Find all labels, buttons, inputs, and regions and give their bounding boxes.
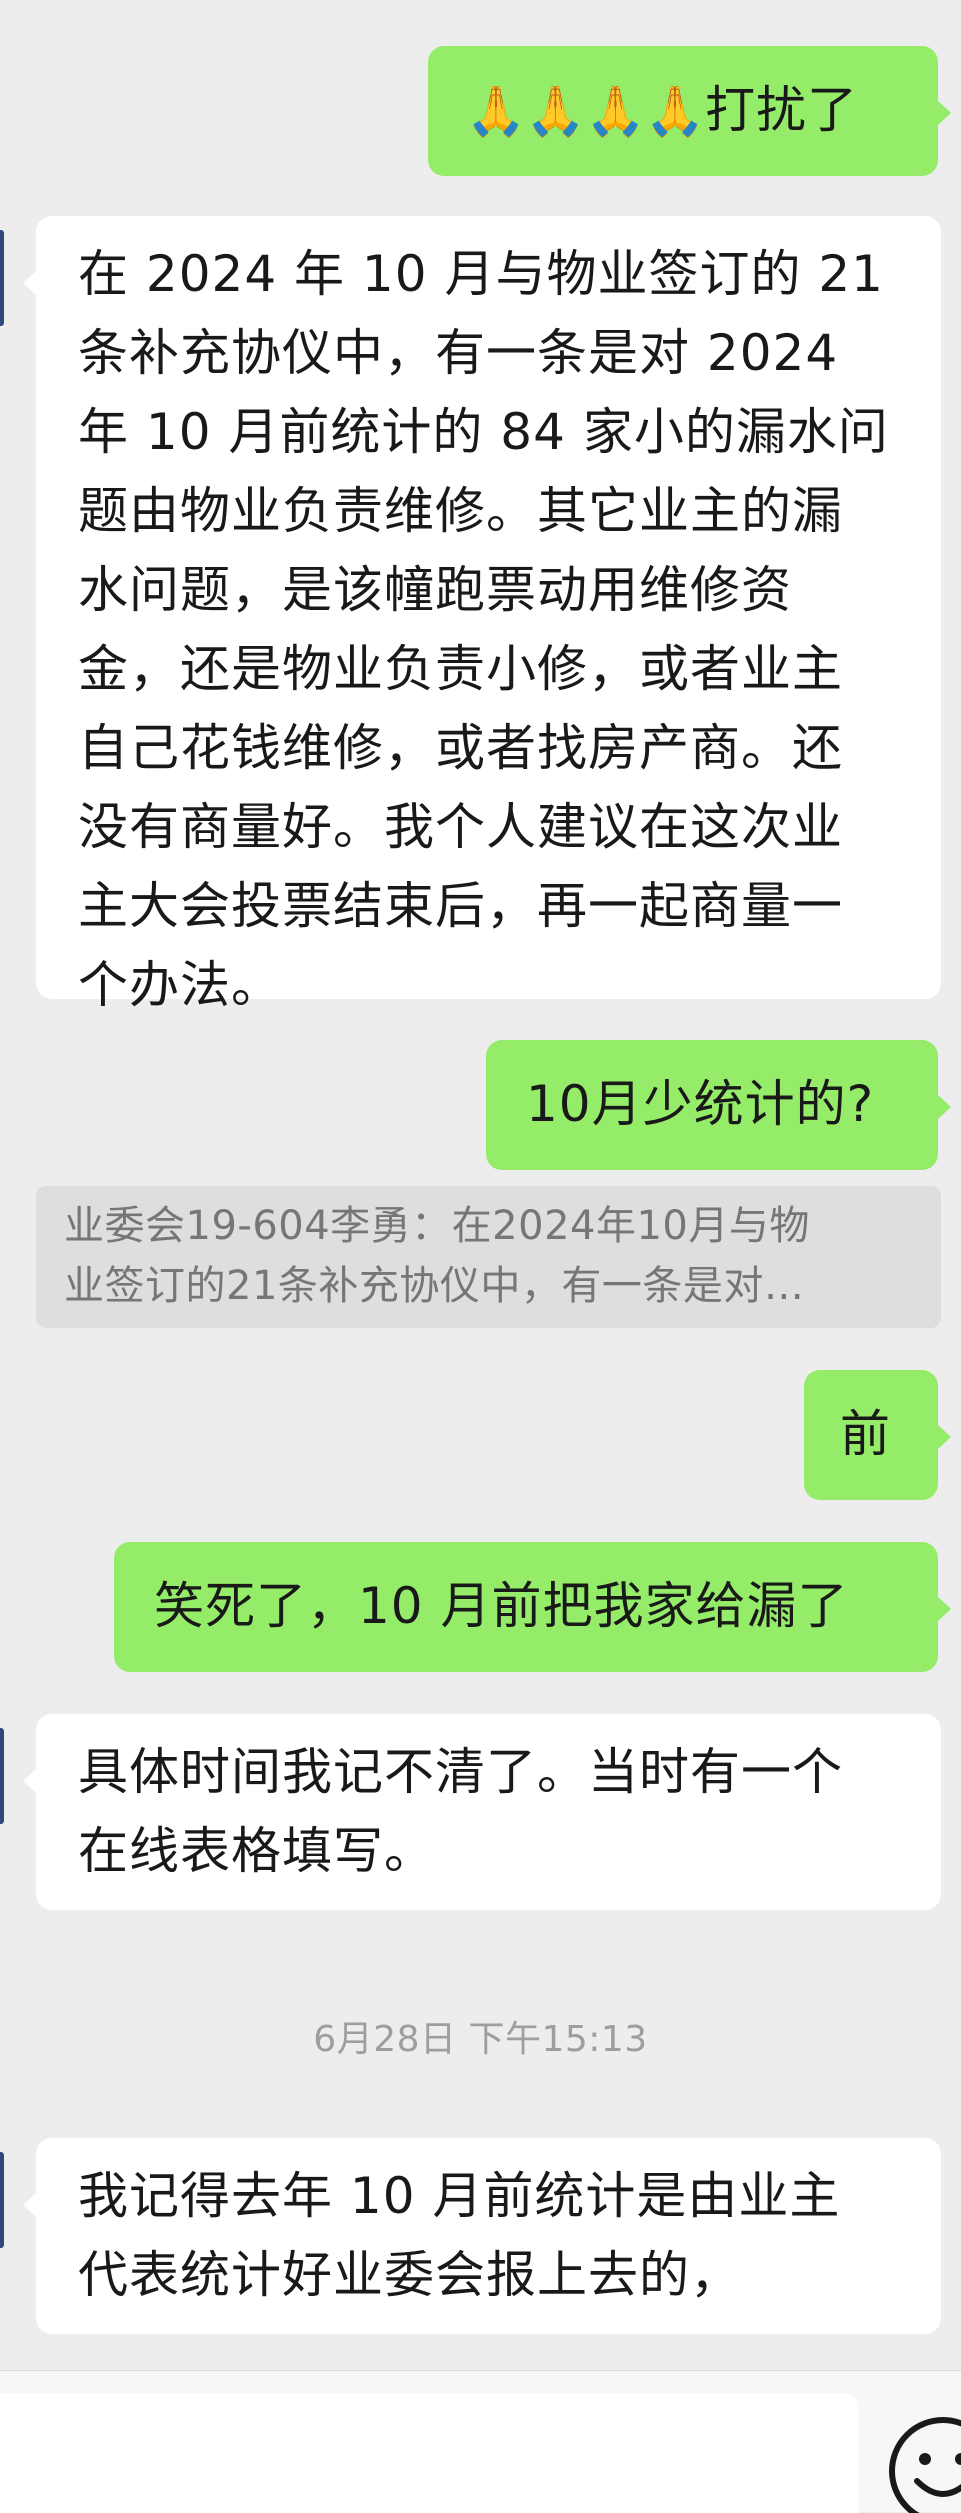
message-text: 10月少统计的?	[526, 1075, 875, 1133]
incoming-message-bubble[interactable]: 具体时间我记不清了。当时有一个 在线表格填写。	[23, 1714, 941, 1910]
message-line: 水问题，是该幢跑票动用维修资	[78, 561, 792, 619]
incoming-message-bubble[interactable]: 我记得去年 10 月前统计是由业主 代表统计好业委会报上去的，	[23, 2138, 941, 2334]
outgoing-message-bubble[interactable]: 10月少统计的?	[486, 1040, 951, 1170]
message-line: 代表统计好业委会报上去的，	[78, 2246, 741, 2304]
chat-timestamp: 6月28日 下午15:13	[313, 2019, 648, 2060]
message-text: 前	[840, 1405, 891, 1463]
outgoing-message-bubble[interactable]: 🙏🙏🙏🙏打扰了	[428, 46, 951, 176]
avatar[interactable]	[0, 2152, 4, 2248]
message-input[interactable]	[0, 2393, 858, 2513]
message-line: 在 2024 年 10 月与物业签订的 21	[78, 245, 884, 303]
message-line: 没有商量好。我个人建议在这次业	[78, 798, 843, 856]
quoted-message-line: 业委会19-604李勇：在2024年10月与物	[64, 1203, 810, 1249]
chat-message-list[interactable]: 🙏🙏🙏🙏打扰了 在 2024 年 10 月与物业签订的 21 条补充协仪中，有一…	[0, 0, 961, 2370]
folded-hands-icon: 🙏	[466, 83, 526, 139]
message-line: 具体时间我记不清了。当时有一个	[78, 1743, 843, 1801]
quoted-message-line: 业签订的21条补充协仪中，有一条是对…	[64, 1263, 805, 1309]
message-line: 自己花钱维修，或者找房产商。还	[78, 719, 843, 777]
emoji-face-icon	[889, 2417, 961, 2513]
message-line: 主大会投票结束后，再一起商量一	[78, 877, 843, 935]
message-line: 金，还是物业负责小修，或者业主	[78, 640, 843, 698]
message-line: 题由物业负责维修。其它业主的漏	[78, 482, 843, 540]
folded-hands-icon: 🙏	[525, 83, 586, 139]
folded-hands-icon: 🙏	[645, 83, 706, 139]
message-input-bar	[0, 2370, 961, 2513]
message-line: 在线表格填写。	[78, 1822, 435, 1880]
emoji-button[interactable]	[887, 2415, 961, 2513]
quoted-message[interactable]: 业委会19-604李勇：在2024年10月与物 业签订的21条补充协仪中，有一条…	[36, 1186, 941, 1328]
avatar[interactable]	[0, 230, 4, 326]
message-line: 年 10 月前统计的 84 家小的漏水问	[78, 403, 889, 461]
message-text: 笑死了，10 月前把我家给漏了	[154, 1577, 849, 1635]
message-line: 条补充协仪中，有一条是对 2024	[78, 324, 839, 382]
message-line: 我记得去年 10 月前统计是由业主	[78, 2167, 841, 2225]
message-line: 个办法。	[78, 956, 282, 1014]
avatar[interactable]	[0, 1728, 4, 1824]
incoming-message-bubble[interactable]: 在 2024 年 10 月与物业签订的 21 条补充协仪中，有一条是对 2024…	[23, 216, 941, 1014]
outgoing-message-bubble[interactable]: 笑死了，10 月前把我家给漏了	[114, 1542, 951, 1672]
outgoing-message-bubble[interactable]: 前	[804, 1370, 951, 1500]
folded-hands-icon: 🙏	[585, 83, 646, 139]
message-text: 打扰了	[705, 81, 859, 139]
